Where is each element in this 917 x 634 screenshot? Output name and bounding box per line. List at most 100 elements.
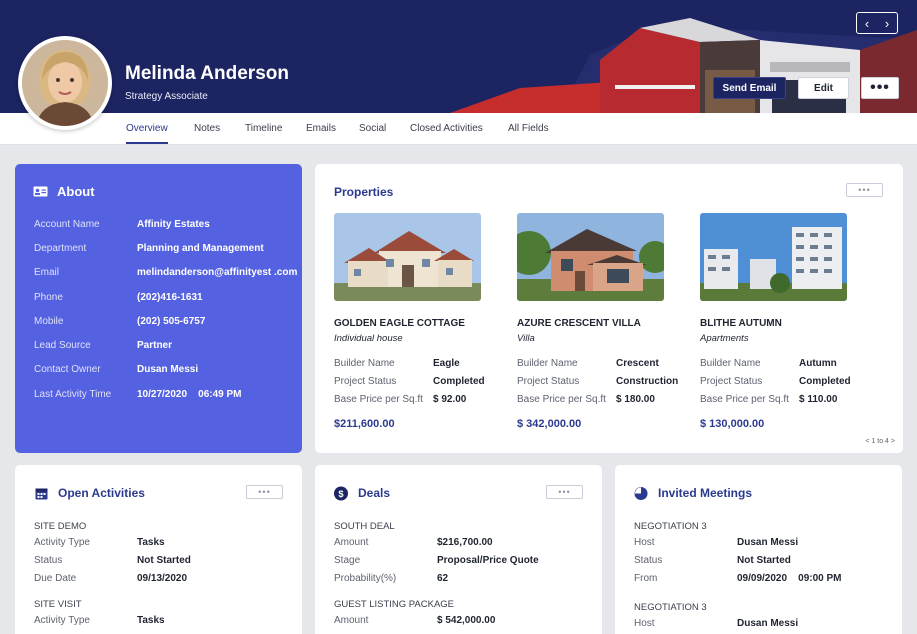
property-price: $ 130,000.00 <box>700 418 765 430</box>
tab-emails[interactable]: Emails <box>306 123 336 134</box>
more-actions-button[interactable]: ••• <box>861 77 899 99</box>
field-value: Proposal/Price Quote <box>437 555 539 566</box>
property-price: $ 342,000.00 <box>517 418 582 430</box>
properties-title: Properties <box>334 185 394 199</box>
tab-notes[interactable]: Notes <box>194 123 220 134</box>
property-image[interactable] <box>334 213 481 301</box>
about-label: Department <box>34 243 87 254</box>
deals-title: Deals <box>358 486 391 500</box>
meeting-section-title[interactable]: NEGOTIATION 3 <box>634 521 707 532</box>
about-value: Affinity Estates <box>137 219 210 230</box>
property-type: Apartments <box>700 333 749 344</box>
properties-card: Properties ••• GOLDEN EAGLE COTTAGE Indi… <box>315 164 903 453</box>
property-field: Builder Name Eagle <box>334 358 460 369</box>
property-image[interactable] <box>517 213 664 301</box>
edit-button[interactable]: Edit <box>798 77 849 99</box>
deal-section-title[interactable]: SOUTH DEAL <box>334 521 395 532</box>
open-activities-card: Open Activities ••• SITE DEMO Activity T… <box>15 465 302 634</box>
field-label: Host <box>634 537 655 548</box>
field-value: $ 542,000.00 <box>437 615 496 626</box>
meeting-section-title[interactable]: NEGOTIATION 3 <box>634 602 707 613</box>
tab-timeline[interactable]: Timeline <box>245 123 282 134</box>
property-name[interactable]: BLITHE AUTUMN <box>700 318 782 329</box>
property-field: Base Price per Sq.ft $ 110.00 <box>700 394 837 405</box>
property-name[interactable]: AZURE CRESCENT VILLA <box>517 318 641 329</box>
about-title: About <box>57 184 95 199</box>
field-value: Tasks <box>137 615 165 626</box>
tab-social[interactable]: Social <box>359 123 386 134</box>
field-label: Activity Type <box>34 537 90 548</box>
field-value: Completed <box>799 376 851 387</box>
property-field: Base Price per Sq.ft $ 92.00 <box>334 394 466 405</box>
field-label: Builder Name <box>517 358 578 369</box>
meeting-row: From 09/09/2020 09:00 PM <box>634 573 842 584</box>
about-header: About <box>33 184 95 199</box>
invited-meetings-header: Invited Meetings <box>634 486 752 500</box>
tab-closed-activities[interactable]: Closed Activities <box>410 123 483 134</box>
invited-meetings-title: Invited Meetings <box>658 486 753 500</box>
activity-row: Due Date 09/13/2020 <box>34 573 187 584</box>
field-value: Dusan Messi <box>737 618 799 629</box>
property-image[interactable] <box>700 213 847 301</box>
clock-icon <box>634 486 648 500</box>
about-value: Planning and Management <box>137 243 264 254</box>
field-label: Amount <box>334 615 369 626</box>
tab-overview[interactable]: Overview <box>126 123 168 134</box>
meeting-row: Status Not Started <box>634 555 791 566</box>
tab-bar: Overview Notes Timeline Emails Social Cl… <box>0 113 917 145</box>
about-mobile-link[interactable]: (202) 505-6757 <box>137 316 205 327</box>
property-field: Project Status Completed <box>334 376 485 387</box>
tab-all-fields[interactable]: All Fields <box>508 123 549 134</box>
about-row: Account Name Affinity Estates <box>34 219 210 230</box>
property-name[interactable]: GOLDEN EAGLE COTTAGE <box>334 318 465 329</box>
activity-section-title[interactable]: SITE VISIT <box>34 599 82 610</box>
about-email-link[interactable]: melindanderson@affinityest .com <box>137 267 297 278</box>
properties-pagination[interactable]: < 1 to 4 > <box>865 438 895 445</box>
avatar <box>18 36 112 130</box>
deal-section-title[interactable]: GUEST LISTING PACKAGE <box>334 599 454 610</box>
property-price: $211,600.00 <box>334 418 395 430</box>
next-record-icon[interactable]: › <box>885 17 889 30</box>
field-value: 09/09/2020 09:00 PM <box>737 573 842 584</box>
field-label: Due Date <box>34 573 77 584</box>
field-label: Project Status <box>517 376 580 387</box>
avatar-photo <box>22 40 108 126</box>
field-label: Base Price per Sq.ft <box>700 394 789 405</box>
field-value: Eagle <box>433 358 460 369</box>
field-value: Autumn <box>799 358 837 369</box>
field-label: Builder Name <box>700 358 761 369</box>
field-value: Completed <box>433 376 485 387</box>
calendar-icon <box>34 486 48 500</box>
invited-meetings-card: Invited Meetings NEGOTIATION 3 Host Dusan… <box>615 465 902 634</box>
deal-row: Probability(%) 62 <box>334 573 448 584</box>
send-email-button[interactable]: Send Email <box>713 77 786 99</box>
field-value: Not Started <box>737 555 791 566</box>
field-label: Host <box>634 618 655 629</box>
deals-more-button[interactable]: ••• <box>546 485 583 499</box>
property-field: Project Status Completed <box>700 376 851 387</box>
field-value: $ 110.00 <box>799 394 838 405</box>
activity-section-title[interactable]: SITE DEMO <box>34 521 86 532</box>
about-row: Contact Owner Dusan Messi <box>34 364 198 375</box>
open-activities-title: Open Activities <box>58 486 145 500</box>
about-card: About Account Name Affinity Estates Depar… <box>15 164 302 453</box>
properties-more-button[interactable]: ••• <box>846 183 883 197</box>
open-activities-more-button[interactable]: ••• <box>246 485 283 499</box>
prev-record-icon[interactable]: ‹ <box>865 17 869 30</box>
about-phone-link[interactable]: (202)416-1631 <box>137 292 203 303</box>
property-item[interactable]: AZURE CRESCENT VILLA Villa Builder Name C… <box>517 213 692 430</box>
about-label: Lead Source <box>34 340 91 351</box>
deal-row: Amount $ 542,000.00 <box>334 615 495 626</box>
record-pager: ‹ › <box>856 12 898 34</box>
field-label: Status <box>634 555 663 566</box>
field-value: Crescent <box>616 358 659 369</box>
field-label: Project Status <box>700 376 763 387</box>
about-label: Mobile <box>34 316 64 327</box>
about-row: Last Activity Time 10/27/2020 06:49 PM <box>34 389 242 400</box>
property-field: Base Price per Sq.ft $ 180.00 <box>517 394 655 405</box>
property-item[interactable]: BLITHE AUTUMN Apartments Builder Name Aut… <box>700 213 875 430</box>
field-value: Dusan Messi <box>737 537 799 548</box>
about-row: Mobile (202) 505-6757 <box>34 316 205 327</box>
field-value: $216,700.00 <box>437 537 493 548</box>
property-item[interactable]: GOLDEN EAGLE COTTAGE Individual house Bu… <box>334 213 509 430</box>
